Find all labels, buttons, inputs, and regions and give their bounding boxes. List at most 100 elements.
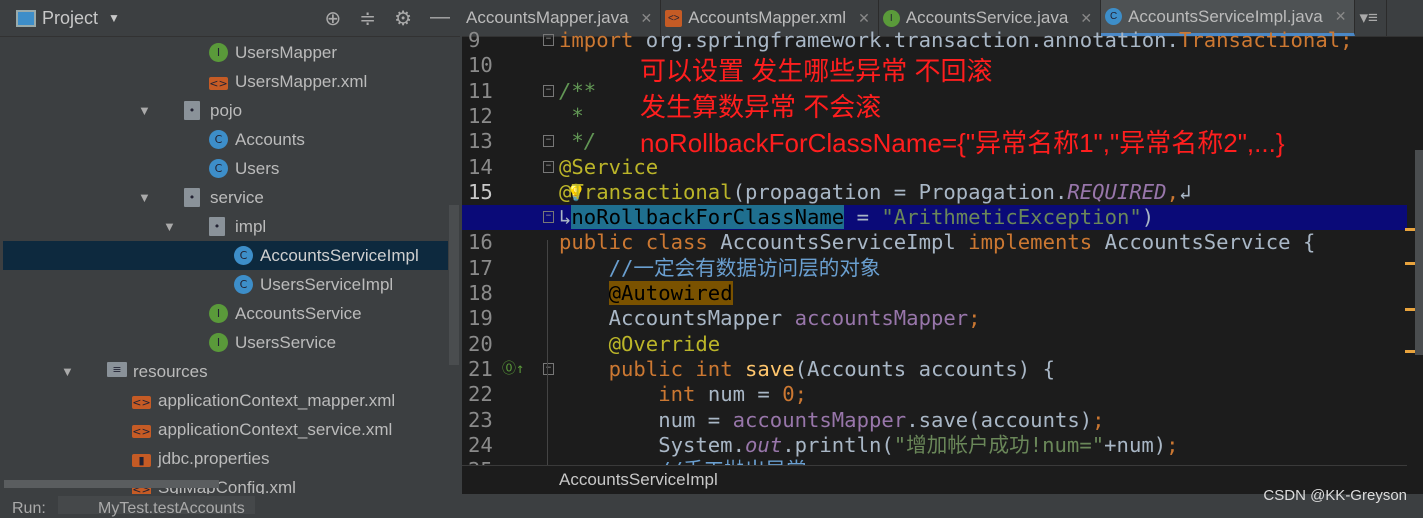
- close-icon[interactable]: ✕: [1335, 8, 1347, 25]
- code-token: num =: [559, 407, 733, 432]
- code-text: /**: [559, 79, 596, 104]
- run-config-tab[interactable]: MyTest.testAccounts: [58, 496, 255, 517]
- horizontal-scrollbar[interactable]: [4, 480, 219, 488]
- tree-item[interactable]: ▮ jdbc.properties: [3, 444, 448, 473]
- implements-gutter-icon[interactable]: ⓪↑: [502, 357, 524, 382]
- code-line[interactable]: 15 💡 @Transactional(propagation = Propagat…: [462, 180, 1407, 205]
- code-text: @Override: [559, 331, 721, 357]
- tree-item[interactable]: ▼ ≡ resources: [3, 357, 448, 386]
- code-token: ,: [1166, 179, 1179, 204]
- editor-scrollbar[interactable]: [1415, 150, 1423, 355]
- tree-item[interactable]: C Accounts: [3, 125, 448, 154]
- project-icon: [16, 9, 36, 27]
- code-text: @Transactional(propagation = Propagation…: [559, 180, 1191, 205]
- resources-folder-icon: ≡: [107, 362, 127, 377]
- code-editor[interactable]: AccountsMapper.java ✕ <> AccountsMapper.xml…: [462, 0, 1423, 494]
- line-number: 9: [468, 28, 481, 52]
- code-line[interactable]: 23 num = accountsMapper.save(accounts);: [462, 408, 1407, 433]
- minimize-icon[interactable]: —: [430, 6, 450, 31]
- run-bar: Run: MyTest.testAccounts: [0, 494, 1423, 517]
- locate-icon[interactable]: ⊕: [325, 6, 342, 31]
- code-line[interactable]: 16 public class AccountsServiceImpl imple…: [462, 230, 1407, 255]
- tree-item[interactable]: I AccountsService: [3, 299, 448, 328]
- code-line[interactable]: − ↳noRollbackForClassName = "ArithmeticEx…: [462, 205, 1407, 231]
- code-token: int: [658, 382, 708, 407]
- expand-arrow-icon[interactable]: ▼: [138, 190, 151, 205]
- warning-stripe[interactable]: [1405, 228, 1415, 231]
- tree-item[interactable]: I UsersMapper: [3, 38, 448, 67]
- code-token: num =: [707, 382, 783, 407]
- tree-item-label: UsersService: [235, 332, 337, 352]
- tree-item[interactable]: ▼ • service: [3, 183, 448, 212]
- code-line[interactable]: 19 AccountsMapper accountsMapper;: [462, 306, 1407, 331]
- watermark: CSDN @KK-Greyson: [1263, 487, 1407, 504]
- gear-icon[interactable]: ⚙: [394, 6, 412, 31]
- tree-item-label: UsersMapper.xml: [235, 71, 368, 91]
- fold-icon[interactable]: −: [543, 160, 554, 173]
- tab-label: AccountsServiceImpl.java: [1128, 6, 1323, 26]
- code-text: public int save(Accounts accounts) {: [559, 357, 1055, 382]
- indent-guide: [547, 240, 548, 465]
- line-number: 17: [468, 255, 493, 280]
- tree-item[interactable]: ▼ • pojo: [3, 96, 448, 125]
- vertical-scrollbar[interactable]: [449, 205, 459, 365]
- tree-item[interactable]: ▼ • impl: [3, 212, 448, 241]
- fold-icon[interactable]: −: [543, 135, 554, 148]
- code-line[interactable]: 24 System.out.println("增加帐户成功!num="+num)…: [462, 433, 1407, 458]
- code-token: =: [844, 205, 882, 230]
- fold-icon[interactable]: −: [543, 34, 554, 46]
- interface-icon: I: [209, 43, 228, 62]
- code-token: AccountsMapper: [559, 306, 795, 331]
- line-number: 13: [468, 129, 493, 154]
- warning-stripe[interactable]: [1405, 308, 1415, 311]
- code-line[interactable]: 17 //一定会有数据访问层的对象: [462, 256, 1407, 281]
- code-token: noRollbackForClassName: [571, 205, 845, 230]
- fold-icon[interactable]: −: [543, 84, 554, 97]
- warning-stripe[interactable]: [1405, 262, 1415, 265]
- package-icon: •: [184, 188, 200, 207]
- chevron-down-icon[interactable]: ▼: [108, 11, 120, 25]
- code-token: //一定会有数据访问层的对象: [608, 255, 881, 280]
- line-number: 18: [468, 281, 493, 305]
- code-text: public class AccountsServiceImpl impleme…: [559, 230, 1315, 255]
- close-icon[interactable]: ✕: [1080, 10, 1092, 27]
- tree-item[interactable]: C AccountsServiceImpl: [3, 241, 448, 270]
- annotation-overlay: 可以设置 发生哪些异常 不回滚 发生算数异常 不会滚 noRollbackFor…: [640, 53, 1285, 161]
- tree-item[interactable]: C Users: [3, 154, 448, 183]
- code-text: //一定会有数据访问层的对象: [559, 256, 881, 281]
- line-number: 10: [468, 53, 493, 78]
- code-token: 0;: [782, 382, 808, 407]
- line-number: 20: [468, 331, 493, 356]
- close-icon[interactable]: ✕: [858, 10, 870, 27]
- collapse-all-icon[interactable]: ≑: [359, 6, 376, 31]
- code-line[interactable]: 21 − ⓪↑ public int save(Accounts accounts)…: [462, 357, 1407, 382]
- warning-stripe[interactable]: [1405, 350, 1415, 353]
- tree-item[interactable]: <> UsersMapper.xml: [3, 67, 448, 96]
- code-token: .println(: [782, 432, 894, 457]
- code-token: @Override: [608, 331, 721, 356]
- tree-item[interactable]: <> applicationContext_mapper.xml: [3, 386, 448, 415]
- project-view-selector[interactable]: Project: [42, 8, 98, 29]
- fold-icon[interactable]: −: [543, 211, 554, 224]
- class-icon: C: [209, 130, 228, 149]
- spring-xml-icon: <>: [132, 396, 151, 409]
- code-line[interactable]: 9 − import org.springframework.transaction…: [462, 28, 1407, 53]
- tree-item[interactable]: I UsersService: [3, 328, 448, 357]
- tree-item[interactable]: <> applicationContext_service.xml: [3, 415, 448, 444]
- code-line[interactable]: 18 @Autowired: [462, 281, 1407, 306]
- close-icon[interactable]: ✕: [641, 10, 653, 27]
- line-number: 16: [468, 230, 493, 255]
- expand-arrow-icon[interactable]: ▼: [138, 103, 151, 118]
- spring-xml-icon: <>: [132, 425, 151, 438]
- expand-arrow-icon[interactable]: ▼: [163, 219, 176, 234]
- fold-icon[interactable]: −: [543, 362, 554, 375]
- expand-arrow-icon[interactable]: ▼: [61, 364, 74, 379]
- code-line[interactable]: 20 @Override: [462, 332, 1407, 357]
- tree-item[interactable]: C UsersServiceImpl: [3, 270, 448, 299]
- run-label: Run:: [12, 500, 46, 517]
- code-line[interactable]: 22 int num = 0;: [462, 382, 1407, 407]
- code-token: @Autowired: [608, 281, 733, 305]
